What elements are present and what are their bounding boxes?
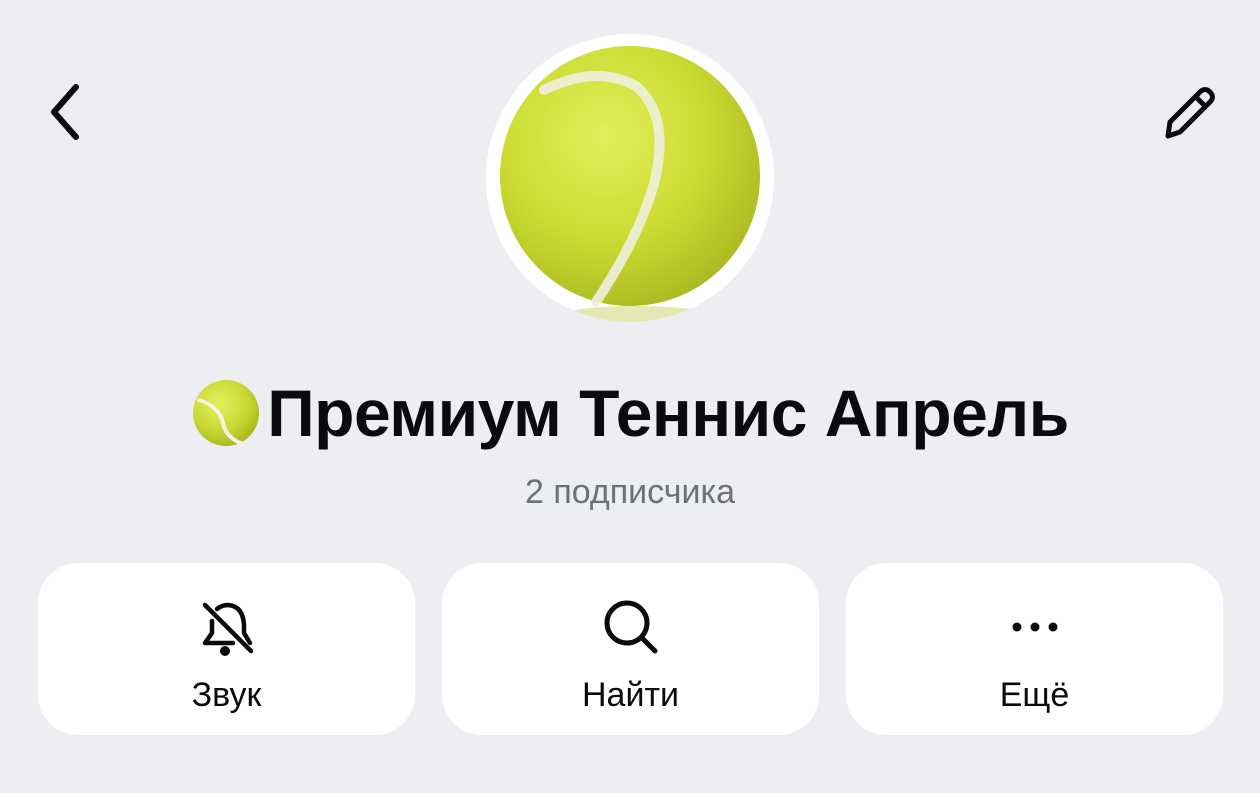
back-button[interactable] [30, 72, 102, 152]
more-label: Ещё [999, 676, 1070, 714]
tennis-ball-emoji-icon [193, 380, 260, 446]
search-label: Найти [581, 676, 680, 714]
channel-title: Премиум Теннис Апрель [267, 376, 1069, 450]
more-dots-icon [1012, 622, 1057, 632]
more-button[interactable]: Ещё [846, 563, 1223, 735]
bell-slash-icon [202, 602, 253, 656]
tennis-ball-avatar-image [486, 34, 774, 322]
channel-title-row: Премиум Теннис Апрель [0, 370, 1260, 456]
sound-label: Звук [191, 676, 262, 714]
channel-avatar[interactable] [486, 34, 774, 322]
search-button[interactable]: Найти [442, 563, 819, 735]
search-icon [604, 600, 657, 654]
subscriber-count: 2 подписчика [524, 473, 736, 511]
pencil-icon [1165, 87, 1215, 139]
edit-button[interactable] [1146, 72, 1230, 156]
chevron-left-icon [51, 84, 79, 140]
sound-button[interactable]: Звук [38, 563, 415, 735]
